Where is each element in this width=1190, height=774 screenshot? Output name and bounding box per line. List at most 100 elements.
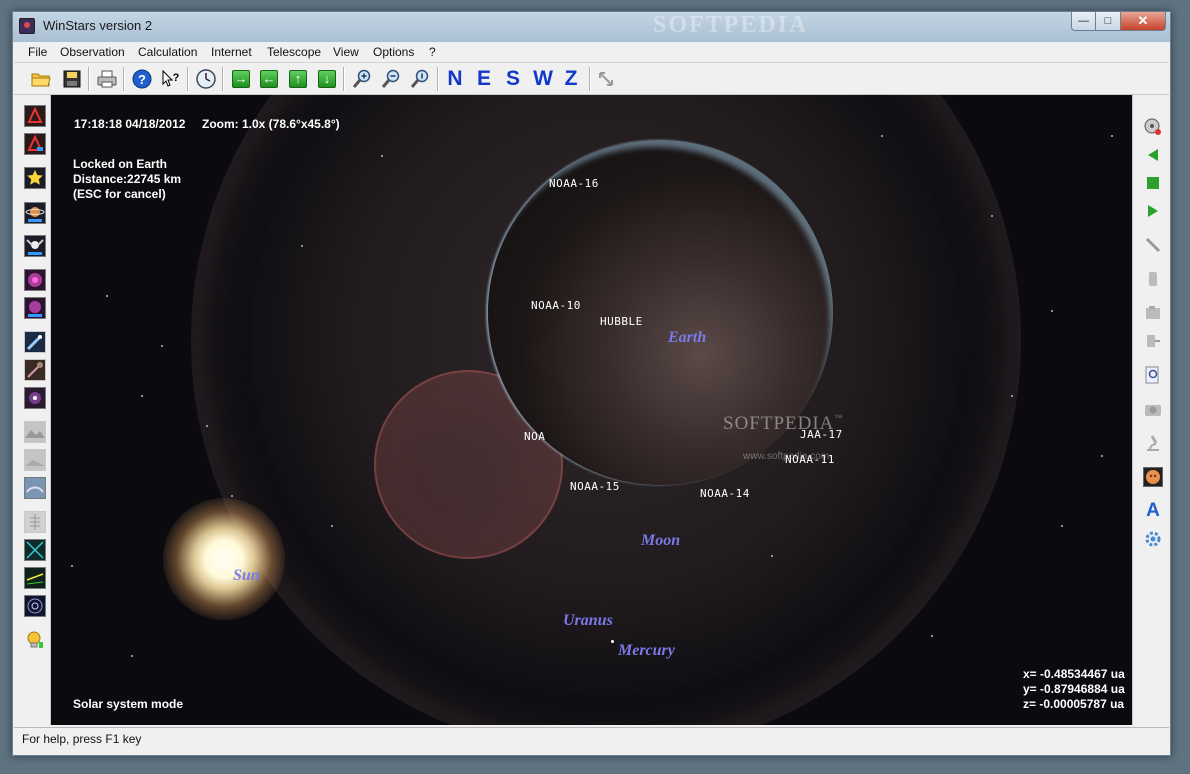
south-button[interactable]: S xyxy=(502,67,524,90)
zoom-in-icon xyxy=(352,69,371,88)
save-button[interactable] xyxy=(61,68,83,90)
stop-button[interactable] xyxy=(1143,173,1163,193)
move-up-button[interactable]: ↑ xyxy=(287,68,309,90)
equatorial-grid-button[interactable] xyxy=(24,539,46,561)
satellite-label[interactable]: NOA xyxy=(524,430,545,443)
snapshot-button[interactable] xyxy=(1143,399,1163,419)
comets-button[interactable] xyxy=(24,331,46,353)
planets-button[interactable] xyxy=(24,202,46,224)
body-label-uranus[interactable]: Uranus xyxy=(563,612,613,630)
star xyxy=(1061,525,1063,527)
star xyxy=(131,655,133,657)
atmosphere-icon xyxy=(26,486,44,493)
constellation-lines-button[interactable] xyxy=(24,105,46,127)
app-icon[interactable] xyxy=(19,18,35,34)
satellite-label[interactable]: NOAA-11 xyxy=(785,453,835,466)
minimize-button[interactable]: — xyxy=(1071,12,1096,31)
menu-internet[interactable]: Internet xyxy=(211,45,252,59)
datetime-readout: 17:18:18 04/18/2012 xyxy=(74,117,186,131)
resize-button[interactable] xyxy=(595,68,617,90)
font-button[interactable]: A xyxy=(1143,500,1163,521)
star xyxy=(1111,135,1113,137)
satellite-label[interactable]: NOAA-15 xyxy=(570,480,620,493)
menu-view[interactable]: View xyxy=(333,45,359,59)
zoom-in-button[interactable] xyxy=(351,68,373,90)
asteroid-icon xyxy=(27,362,43,378)
telescope-icon xyxy=(1145,237,1161,253)
zenith-button[interactable]: Z xyxy=(560,67,582,90)
lightbulb-icon xyxy=(27,631,43,648)
telescope-tool-2-button[interactable] xyxy=(1143,303,1163,323)
close-button[interactable]: ✕ xyxy=(1121,12,1166,31)
west-button[interactable]: W xyxy=(532,67,554,90)
zoom-reset-button[interactable] xyxy=(409,68,431,90)
maximize-button[interactable]: □ xyxy=(1096,12,1121,31)
save-icon xyxy=(63,70,81,88)
atmosphere-button[interactable] xyxy=(24,477,46,499)
galaxies-button[interactable] xyxy=(24,297,46,319)
deep-sky-button[interactable] xyxy=(24,387,46,409)
help-button[interactable]: ? xyxy=(131,68,153,90)
title-bar[interactable]: WinStars version 2 SOFTPEDIA — □ ✕ xyxy=(13,12,1170,42)
satellite-label[interactable]: JAA-17 xyxy=(800,428,843,441)
play-backward-button[interactable] xyxy=(1143,145,1163,165)
toolbar-separator xyxy=(437,67,439,91)
context-help-button[interactable]: ? xyxy=(160,68,182,90)
settings-button[interactable] xyxy=(1143,529,1163,549)
search-object-button[interactable] xyxy=(1143,365,1163,385)
menu-options[interactable]: Options xyxy=(373,45,414,59)
ecliptic-button[interactable] xyxy=(24,567,46,589)
satellites-button[interactable] xyxy=(24,235,46,257)
print-button[interactable] xyxy=(96,68,118,90)
body-label-moon[interactable]: Moon xyxy=(641,532,680,550)
satellite-label[interactable]: NOAA-14 xyxy=(700,487,750,500)
satellite-label[interactable]: NOAA-10 xyxy=(531,299,581,312)
body-label-mercury[interactable]: Mercury xyxy=(618,642,675,660)
play-forward-button[interactable] xyxy=(1143,201,1163,221)
galaxy-icon xyxy=(28,301,42,317)
body-label-earth[interactable]: Earth xyxy=(668,329,706,347)
microscope-button[interactable] xyxy=(1143,433,1163,453)
telescope-tool-3-button[interactable] xyxy=(1143,331,1163,351)
menu-telescope[interactable]: Telescope xyxy=(267,45,321,59)
west-label: W xyxy=(533,67,553,90)
stars-button[interactable] xyxy=(24,167,46,189)
move-right-button[interactable]: → xyxy=(230,68,252,90)
nebulae-button[interactable] xyxy=(24,269,46,291)
time-button[interactable] xyxy=(195,68,217,90)
arrow-right-icon: → xyxy=(232,70,250,88)
orbits-button[interactable] xyxy=(24,595,46,617)
resize-icon xyxy=(599,72,613,86)
zoom-out-button[interactable] xyxy=(380,68,402,90)
grid-button[interactable] xyxy=(24,511,46,533)
status-bar: For help, press F1 key xyxy=(14,727,1169,750)
telescope-tool-1-button[interactable] xyxy=(1143,269,1163,289)
star xyxy=(991,215,993,217)
sun-focus-button[interactable] xyxy=(1143,467,1163,487)
open-button[interactable] xyxy=(30,68,52,90)
satellite-label[interactable]: HUBBLE xyxy=(600,315,643,328)
tips-button[interactable] xyxy=(24,629,46,651)
north-button[interactable]: N xyxy=(444,67,466,90)
menu-calculation[interactable]: Calculation xyxy=(138,45,197,59)
horizon-button[interactable] xyxy=(24,449,46,471)
toolbar-separator xyxy=(187,67,189,91)
sun-disc[interactable] xyxy=(163,498,285,620)
star xyxy=(1101,455,1103,457)
constellation-names-button[interactable] xyxy=(24,133,46,155)
menu-help[interactable]: ? xyxy=(429,45,436,59)
satellite-label[interactable]: NOAA-16 xyxy=(549,177,599,190)
move-left-button[interactable]: ← xyxy=(258,68,280,90)
asteroids-button[interactable] xyxy=(24,359,46,381)
arrow-up-icon: ↑ xyxy=(289,70,307,88)
animation-button[interactable] xyxy=(1143,117,1163,137)
move-down-button[interactable]: ↓ xyxy=(316,68,338,90)
menu-file[interactable]: File xyxy=(28,45,47,59)
telescope-connect-button[interactable] xyxy=(1143,235,1163,255)
east-button[interactable]: E xyxy=(473,67,495,90)
sky-view[interactable]: SOFTPEDIA™ www.softpedia.com 17:18:18 04… xyxy=(51,95,1132,725)
landscape-button[interactable] xyxy=(24,421,46,443)
body-label-sun[interactable]: Sun xyxy=(233,567,260,585)
arrow-down-icon: ↓ xyxy=(318,70,336,88)
menu-observation[interactable]: Observation xyxy=(60,45,125,59)
